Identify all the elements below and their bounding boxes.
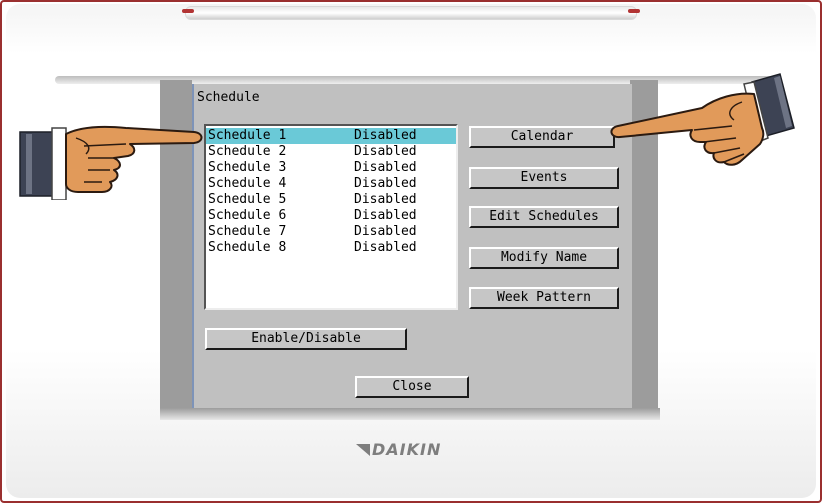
schedule-list-item[interactable]: Schedule 4 Disabled <box>206 176 456 192</box>
close-button[interactable]: Close <box>355 376 469 398</box>
pointing-hand-right-icon <box>610 73 795 166</box>
schedule-status: Disabled <box>354 192 417 207</box>
schedule-status: Disabled <box>354 176 417 191</box>
schedule-name: Schedule 7 <box>208 224 287 239</box>
daikin-logo-mark-icon <box>356 444 370 456</box>
schedule-list-item[interactable]: Schedule 7 Disabled <box>206 224 456 240</box>
stylus-slot <box>182 6 640 20</box>
stylus-tip-left <box>182 9 194 13</box>
calendar-button[interactable]: Calendar <box>469 126 615 148</box>
schedule-list-item[interactable]: Schedule 5 Disabled <box>206 192 456 208</box>
schedule-list-item[interactable]: Schedule 6 Disabled <box>206 208 456 224</box>
schedule-status: Disabled <box>354 224 417 239</box>
schedule-name: Schedule 2 <box>208 144 287 159</box>
schedule-name: Schedule 1 <box>208 128 287 143</box>
schedule-list[interactable]: Schedule 1 Disabled Schedule 2 Disabled … <box>204 124 458 310</box>
schedule-list-item[interactable]: Schedule 2 Disabled <box>206 144 456 160</box>
edit-schedules-button[interactable]: Edit Schedules <box>469 206 619 228</box>
device-frame: Schedule Schedule 1 Disabled Schedule 2 … <box>0 0 822 503</box>
schedule-name: Schedule 6 <box>208 208 287 223</box>
stylus-tip-right <box>628 9 640 13</box>
schedule-name: Schedule 4 <box>208 176 287 191</box>
schedule-list-item[interactable]: Schedule 8 Disabled <box>206 240 456 256</box>
schedule-name: Schedule 8 <box>208 240 287 255</box>
schedule-status: Disabled <box>354 128 417 143</box>
schedule-list-item[interactable]: Schedule 1 Disabled <box>206 128 456 144</box>
daikin-logo: DAIKIN <box>356 440 441 459</box>
enable-disable-button[interactable]: Enable/Disable <box>205 328 407 350</box>
schedule-name: Schedule 3 <box>208 160 287 175</box>
screen-title: Schedule <box>197 90 260 105</box>
events-button[interactable]: Events <box>469 167 619 189</box>
schedule-status: Disabled <box>354 208 417 223</box>
pointing-hand-left-icon <box>19 125 203 200</box>
schedule-status: Disabled <box>354 240 417 255</box>
screen-bezel-bottom <box>160 408 660 420</box>
schedule-list-item[interactable]: Schedule 3 Disabled <box>206 160 456 176</box>
modify-name-button[interactable]: Modify Name <box>469 247 619 269</box>
brand-name: DAIKIN <box>372 440 442 459</box>
schedule-status: Disabled <box>354 144 417 159</box>
schedule-status: Disabled <box>354 160 417 175</box>
week-pattern-button[interactable]: Week Pattern <box>469 287 619 309</box>
schedule-name: Schedule 5 <box>208 192 287 207</box>
